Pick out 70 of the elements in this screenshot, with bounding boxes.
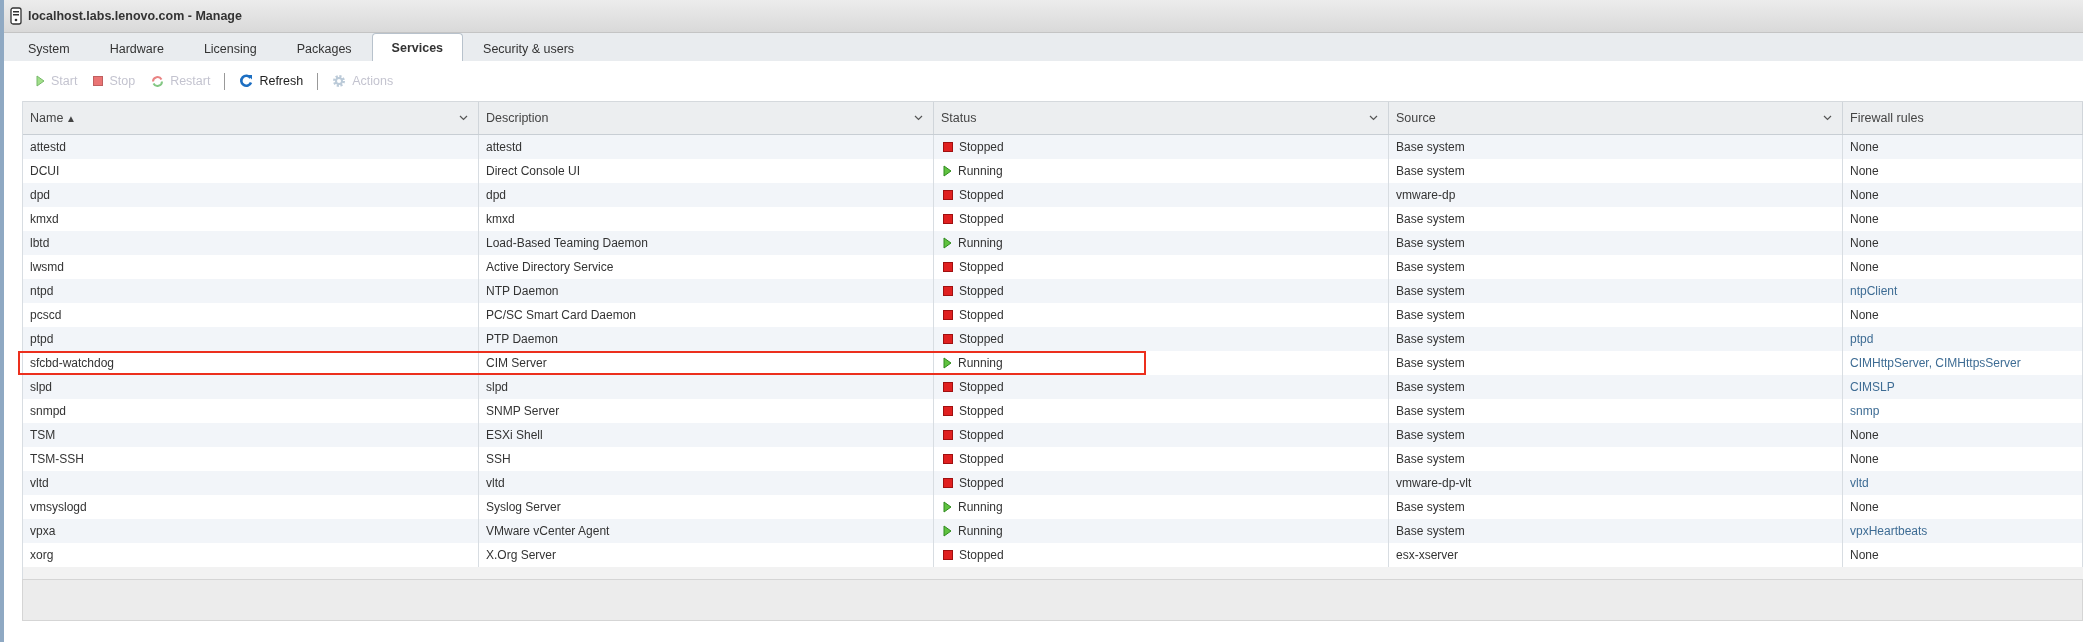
table-row[interactable]: slpd slpd Stopped Base system CIMSLP (23, 375, 2083, 399)
play-icon (36, 75, 45, 87)
tab[interactable]: Licensing (183, 35, 277, 61)
table-cell-text: None (1850, 308, 1879, 322)
status-text: Stopped (959, 212, 1004, 226)
table-cell-text: None (1850, 452, 1879, 466)
status-text: Stopped (959, 428, 1004, 442)
restart-icon (151, 74, 165, 88)
table-row[interactable]: dpd dpd Stopped vmware-dp None (23, 183, 2083, 207)
table-row[interactable]: ptpd PTP Daemon Stopped Base system ptpd (23, 327, 2083, 351)
status-text: Stopped (959, 452, 1004, 466)
tab[interactable]: Packages (276, 35, 372, 61)
status-text: Stopped (959, 260, 1004, 274)
settings-icon (332, 74, 347, 88)
status-text: Running (958, 356, 1003, 370)
column-header[interactable]: Description (479, 102, 934, 134)
table-cell-text: None (1850, 260, 1879, 274)
status-text: Stopped (959, 188, 1004, 202)
table-cell-text: None (1850, 188, 1879, 202)
firewall-rule-link[interactable]: vpxHeartbeats (1850, 524, 1928, 538)
refresh-icon (239, 74, 254, 88)
table-cell-text: None (1850, 212, 1879, 226)
table-row[interactable]: vpxa VMware vCenter Agent Running Base system vpxHeartbeats (23, 519, 2083, 543)
status-text: Stopped (959, 308, 1004, 322)
window-title: localhost.labs.lenovo.com - Manage (28, 9, 242, 23)
table-row[interactable]: vltd vltd Stopped vmware-dp-vlt vltd (23, 471, 2083, 495)
status-text: Running (958, 236, 1003, 250)
column-header[interactable]: Status (934, 102, 1389, 134)
refresh-button[interactable]: Refresh (233, 72, 310, 90)
table-cell-text: None (1850, 548, 1879, 562)
table-cell-text: None (1850, 140, 1879, 154)
firewall-rule-link[interactable]: vltd (1850, 476, 1869, 490)
status-text: Stopped (959, 284, 1004, 298)
table-cell-text: None (1850, 164, 1879, 178)
table-row[interactable]: lbtd Load-Based Teaming Daemon Running Base system None (23, 231, 2083, 255)
column-header[interactable]: Source (1389, 102, 1843, 134)
column-header[interactable]: Firewall rules (1843, 102, 2083, 134)
chevron-down-icon[interactable] (1823, 115, 1832, 121)
chevron-down-icon[interactable] (914, 115, 923, 121)
table-cell: PTP Daemon (479, 327, 934, 351)
stop-icon (93, 76, 104, 86)
table-row[interactable]: TSM ESXi Shell Stopped Base system None (23, 423, 2083, 447)
status-text: Stopped (959, 380, 1004, 394)
status-text: Running (958, 500, 1003, 514)
status-text: Stopped (959, 548, 1004, 562)
chevron-down-icon[interactable] (459, 115, 468, 121)
tab[interactable]: Security & users (463, 35, 595, 61)
table-cell-text: None (1850, 236, 1879, 250)
table-cell-text: None (1850, 500, 1879, 514)
status-text: Stopped (959, 140, 1004, 154)
firewall-rule-link[interactable]: CIMSLP (1850, 380, 1895, 394)
status-text: Running (958, 524, 1003, 538)
status-text: Running (958, 164, 1003, 178)
table-row[interactable]: ntpd NTP Daemon Stopped Base system ntpClient (23, 279, 2083, 303)
status-text: Stopped (959, 476, 1004, 490)
table-row[interactable]: attestd attestd Stopped Base system None (23, 135, 2083, 159)
status-text: Stopped (959, 404, 1004, 418)
tab[interactable]: Hardware (89, 35, 184, 61)
chevron-down-icon[interactable] (1369, 115, 1378, 121)
table-cell: ptpd (23, 327, 479, 351)
server-icon (10, 7, 22, 25)
column-header[interactable]: Name ▲ (23, 102, 479, 134)
table-cell-text: None (1850, 428, 1879, 442)
tab[interactable]: Services (371, 33, 464, 61)
tab[interactable]: System (8, 35, 90, 61)
firewall-rule-link[interactable]: ntpClient (1850, 284, 1898, 298)
status-text: Stopped (959, 332, 1004, 346)
firewall-rule-link[interactable]: snmp (1850, 404, 1880, 418)
firewall-rule-link[interactable]: CIMHttpServer, CIMHttpsServer (1850, 356, 2021, 370)
firewall-rule-link[interactable]: ptpd (1850, 332, 1874, 346)
